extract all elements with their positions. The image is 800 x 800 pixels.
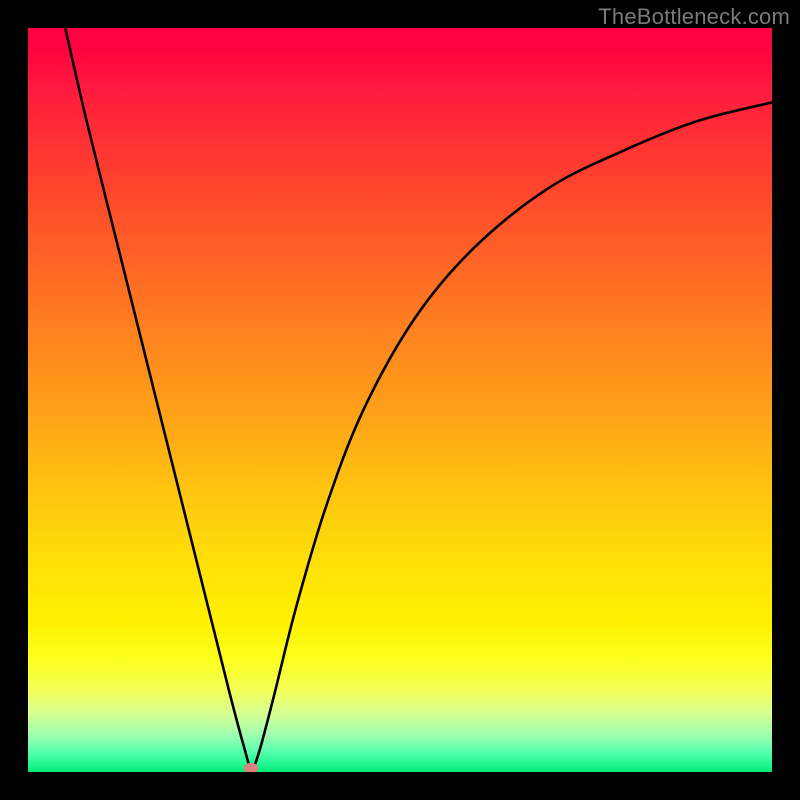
chart-frame: TheBottleneck.com <box>0 0 800 800</box>
plot-area <box>28 28 772 772</box>
optimal-point-marker <box>244 763 258 772</box>
watermark-text: TheBottleneck.com <box>598 4 790 30</box>
bottleneck-curve <box>28 28 772 772</box>
